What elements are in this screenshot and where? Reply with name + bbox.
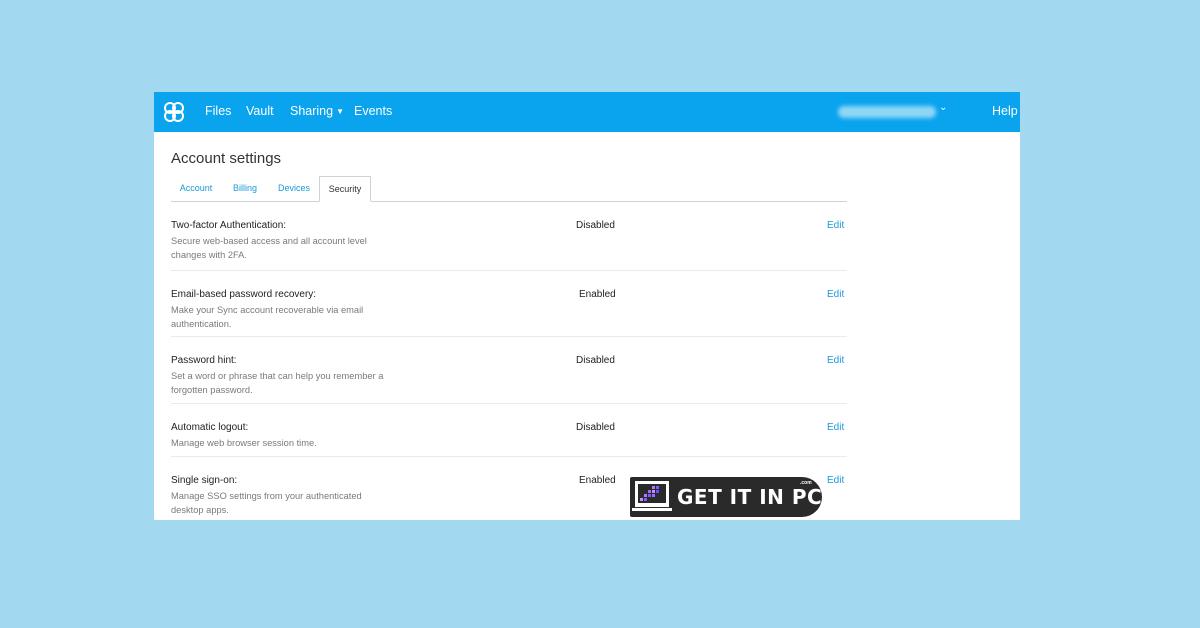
setting-description: Set a word or phrase that can help you r…	[171, 371, 384, 395]
setting-title: Password hint:	[171, 355, 237, 366]
user-menu[interactable]: ⌄	[838, 102, 950, 121]
laptop-icon	[632, 481, 672, 511]
tab-devices[interactable]: Devices	[271, 176, 317, 200]
setting-title: Automatic logout:	[171, 422, 249, 433]
nav-files[interactable]: Files	[205, 92, 231, 132]
top-navbar: Files Vault Sharing ▼ Events ⌄ Help	[154, 92, 1020, 132]
sync-logo-icon[interactable]	[161, 99, 187, 125]
setting-row-auto-logout: Automatic logout: Manage web browser ses…	[171, 404, 847, 457]
setting-row-2fa: Two-factor Authentication: Secure web-ba…	[171, 202, 847, 271]
tab-account[interactable]: Account	[171, 176, 221, 200]
nav-sharing[interactable]: Sharing ▼	[290, 92, 344, 132]
tab-security[interactable]: Security	[319, 176, 371, 202]
edit-link[interactable]: Edit	[827, 220, 844, 231]
app-window: Files Vault Sharing ▼ Events ⌄ Help Accou…	[154, 92, 1020, 520]
page-title: Account settings	[171, 150, 282, 167]
setting-title: Two-factor Authentication:	[171, 220, 287, 231]
chevron-down-icon: ⌄	[939, 102, 948, 113]
setting-title: Email-based password recovery:	[171, 289, 317, 300]
setting-description: Make your Sync account recoverable via e…	[171, 305, 364, 329]
watermark-suffix: .com	[800, 480, 812, 486]
watermark-text: GET IT IN PC	[677, 485, 823, 509]
setting-status: Disabled	[576, 355, 615, 366]
setting-description: Manage web browser session time.	[171, 438, 317, 448]
edit-link[interactable]: Edit	[827, 289, 844, 300]
setting-status: Enabled	[579, 475, 616, 486]
nav-events[interactable]: Events	[354, 92, 392, 132]
edit-link[interactable]: Edit	[827, 355, 844, 366]
nav-vault[interactable]: Vault	[246, 92, 274, 132]
edit-link[interactable]: Edit	[827, 475, 844, 486]
setting-title: Single sign-on:	[171, 475, 238, 486]
tab-billing[interactable]: Billing	[223, 176, 267, 200]
setting-description: Manage SSO settings from your authentica…	[171, 491, 362, 515]
setting-row-email-recovery: Email-based password recovery: Make your…	[171, 271, 847, 337]
watermark-logo: GET IT IN PC .com	[630, 477, 822, 517]
caret-down-icon: ▼	[336, 107, 345, 116]
nav-sharing-label: Sharing	[290, 104, 334, 118]
nav-help[interactable]: Help	[992, 92, 1018, 132]
settings-tabs: Account Billing Devices Security	[171, 176, 847, 202]
edit-link[interactable]: Edit	[827, 422, 844, 433]
setting-status: Disabled	[576, 422, 615, 433]
setting-status: Enabled	[579, 289, 616, 300]
blurred-username	[838, 106, 936, 118]
setting-row-password-hint: Password hint: Set a word or phrase that…	[171, 337, 847, 404]
setting-status: Disabled	[576, 220, 615, 231]
setting-description: Secure web-based access and all account …	[171, 236, 367, 260]
